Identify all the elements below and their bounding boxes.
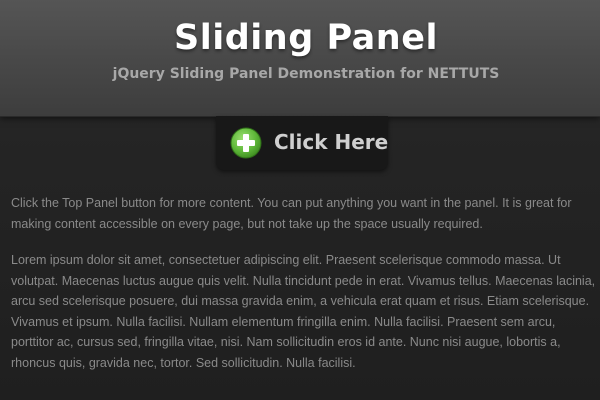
main-content: Click the Top Panel button for more cont… xyxy=(11,193,597,373)
page-title: Sliding Panel xyxy=(174,18,438,58)
page-subtitle: jQuery Sliding Panel Demonstration for N… xyxy=(112,66,500,82)
toggle-panel-button[interactable]: Click Here xyxy=(216,116,388,170)
plus-icon xyxy=(230,127,262,159)
header-panel: Sliding Panel jQuery Sliding Panel Demon… xyxy=(0,0,600,117)
intro-paragraph: Click the Top Panel button for more cont… xyxy=(11,196,572,231)
toggle-panel-label: Click Here xyxy=(274,130,389,154)
lorem-paragraph: Lorem ipsum dolor sit amet, consectetuer… xyxy=(11,253,596,370)
